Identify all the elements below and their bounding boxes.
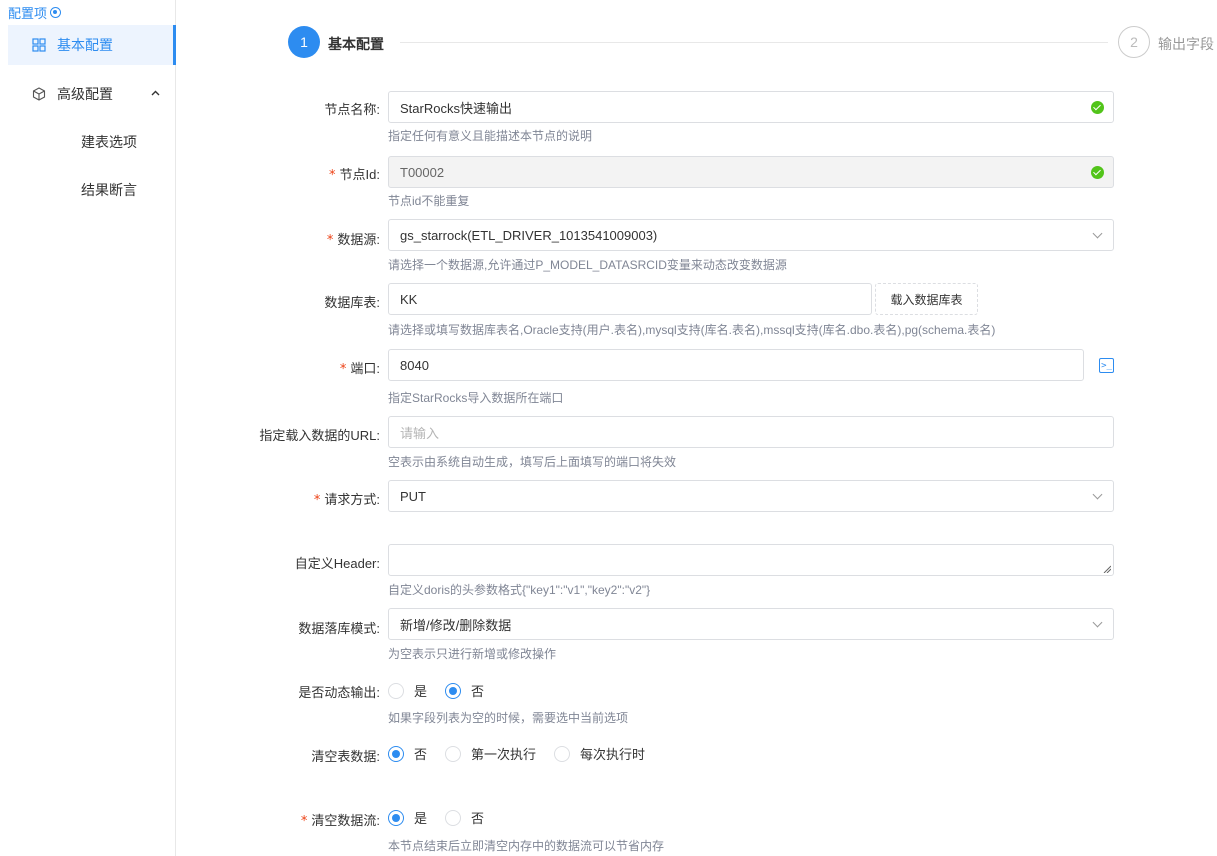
chevron-down-icon: [1092, 617, 1103, 628]
step-2-label[interactable]: 输出字段: [1158, 34, 1214, 54]
node-name-value: StarRocks快速输出: [400, 100, 512, 116]
step-2-number[interactable]: 2: [1118, 26, 1150, 58]
required-mark: *: [300, 814, 308, 829]
clear-stream-help: 本节点结束后立即清空内存中的数据流可以节省内存: [388, 839, 665, 853]
node-id-help: 节点id不能重复: [388, 194, 470, 208]
sidebar-item-basic-config[interactable]: 基本配置: [8, 25, 176, 65]
radio-button[interactable]: [445, 809, 462, 826]
url-label: 指定载入数据的URL:: [259, 428, 380, 443]
dynamic-option-no[interactable]: 否: [445, 681, 484, 700]
port-input[interactable]: 8040: [388, 349, 1084, 381]
required-mark: *: [313, 493, 321, 508]
datasource-label: * 数据源:: [326, 232, 380, 248]
sidebar-item-label: 基本配置: [57, 37, 113, 53]
mode-select[interactable]: 新增/修改/删除数据: [388, 608, 1114, 640]
load-table-button[interactable]: 载入数据库表: [875, 283, 978, 315]
clear-stream-label: * 清空数据流:: [300, 813, 380, 829]
clear-stream-option-no[interactable]: 否: [445, 808, 484, 827]
sidebar-subitem-result-assert[interactable]: 结果断言: [81, 180, 137, 200]
step-connector: [400, 42, 1108, 43]
clear-table-option-first-run[interactable]: 第一次执行: [445, 744, 536, 763]
table-input[interactable]: KK: [388, 283, 872, 315]
cube-icon: [32, 87, 46, 101]
method-value: PUT: [400, 488, 426, 504]
radio-button[interactable]: [388, 745, 404, 762]
node-id-value: T00002: [400, 164, 445, 180]
url-help: 空表示由系统自动生成，填写后上面填写的端口将失效: [388, 455, 677, 469]
node-id-input: T00002: [388, 156, 1114, 188]
node-id-label: * 节点Id:: [329, 167, 380, 183]
table-label: 数据库表:: [324, 295, 380, 310]
datasource-select[interactable]: gs_starrock(ETL_DRIVER_1013541009003): [388, 219, 1114, 251]
check-circle-icon: [1091, 101, 1104, 114]
url-input[interactable]: 请输入: [388, 416, 1114, 448]
step-1-number: 1: [288, 26, 320, 58]
dynamic-help: 如果字段列表为空的时候，需要选中当前选项: [388, 711, 629, 725]
step-1-label: 基本配置: [328, 36, 384, 52]
clear-stream-radio-group: 是 否: [388, 808, 502, 827]
url-placeholder: 请输入: [400, 425, 440, 441]
dynamic-option-yes[interactable]: 是: [388, 681, 427, 700]
required-mark: *: [326, 233, 334, 248]
port-help: 指定StarRocks导入数据所在端口: [388, 391, 564, 405]
radio-button[interactable]: [445, 745, 462, 762]
table-value: KK: [400, 291, 418, 307]
dynamic-label: 是否动态输出:: [298, 685, 380, 700]
chevron-down-icon: [1092, 228, 1103, 239]
mode-help: 为空表示只进行新增或修改操作: [388, 647, 557, 661]
dynamic-radio-group: 是 否: [388, 681, 502, 700]
node-name-help: 指定任何有意义且能描述本节点的说明: [388, 129, 593, 143]
header-textarea[interactable]: [388, 544, 1114, 576]
resize-grip-icon[interactable]: [1103, 565, 1111, 573]
port-value: 8040: [400, 357, 429, 373]
sidebar-item-label: 高级配置: [57, 86, 113, 102]
radio-button[interactable]: [388, 809, 404, 826]
grid-icon: [32, 38, 46, 52]
check-circle-icon: [1091, 166, 1104, 179]
chevron-up-icon: [151, 87, 160, 99]
node-name-input[interactable]: StarRocks快速输出: [388, 91, 1114, 123]
sidebar-item-advanced-config[interactable]: 高级配置: [8, 74, 176, 114]
terminal-icon[interactable]: >_: [1099, 358, 1114, 373]
node-name-label: 节点名称:: [324, 102, 380, 117]
radio-button[interactable]: [388, 682, 404, 699]
method-select[interactable]: PUT: [388, 480, 1114, 512]
chevron-down-icon: [1092, 489, 1103, 500]
mode-value: 新增/修改/删除数据: [400, 617, 512, 633]
radio-button[interactable]: [445, 682, 462, 699]
method-label: * 请求方式:: [313, 492, 380, 508]
port-label: * 端口:: [339, 361, 380, 377]
header-help: 自定义doris的头参数格式{"key1":"v1","key2":"v2"}: [388, 583, 651, 597]
sidebar-title-text: 配置项: [8, 6, 48, 21]
clear-table-label: 清空表数据:: [311, 749, 380, 764]
mode-label: 数据落库模式:: [298, 621, 380, 636]
sidebar-title: 配置项: [8, 3, 62, 22]
sidebar-subitem-table-options[interactable]: 建表选项: [81, 132, 137, 152]
radio-button[interactable]: [554, 745, 571, 762]
datasource-help: 请选择一个数据源,允许通过P_MODEL_DATASRCID变量来动态改变数据源: [388, 258, 787, 272]
table-help: 请选择或填写数据库表名,Oracle支持(用户.表名),mysql支持(库名.表…: [388, 323, 996, 337]
clear-table-option-no[interactable]: 否: [388, 744, 427, 763]
datasource-value: gs_starrock(ETL_DRIVER_1013541009003): [400, 227, 658, 243]
clear-table-radio-group: 否 第一次执行 每次执行时: [388, 744, 663, 763]
clear-table-option-every-run[interactable]: 每次执行时: [554, 744, 645, 763]
clear-stream-option-yes[interactable]: 是: [388, 808, 427, 827]
sidebar: 配置项 基本配置 高级配置 建表选项 结果断言: [0, 0, 176, 856]
required-mark: *: [339, 362, 347, 377]
header-label: 自定义Header:: [294, 556, 380, 571]
required-mark: *: [329, 168, 336, 183]
target-icon[interactable]: [50, 7, 62, 18]
